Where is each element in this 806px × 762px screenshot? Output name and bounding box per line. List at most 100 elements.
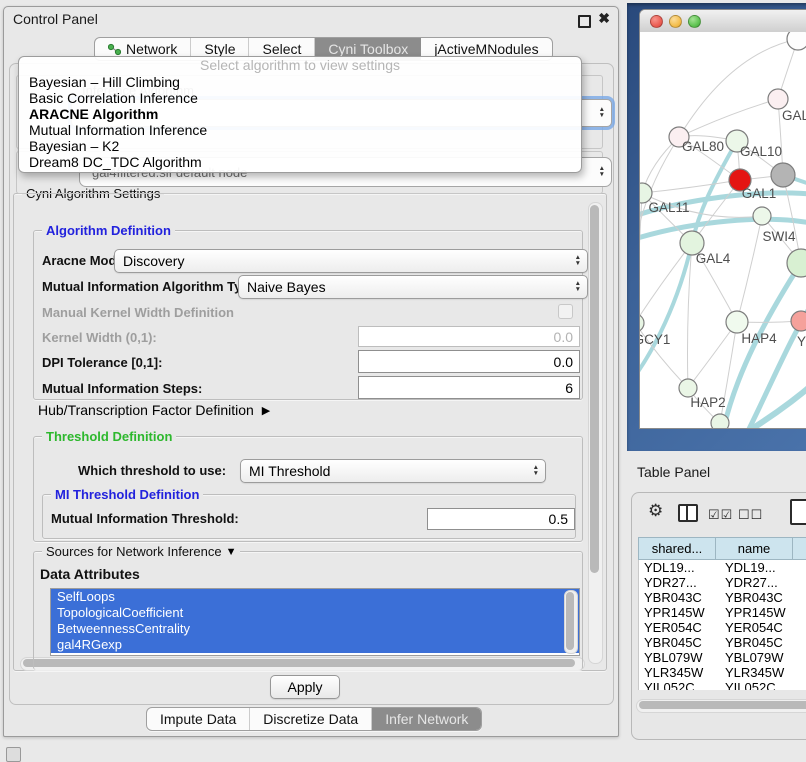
gear-icon[interactable]: ⚙ bbox=[648, 501, 663, 521]
zoom-traffic-light-icon[interactable] bbox=[688, 15, 701, 28]
algorithm-option[interactable]: Bayesian – Hill Climbing bbox=[19, 74, 581, 90]
table-cell[interactable]: YDR27... bbox=[639, 575, 720, 590]
table-document-icon[interactable] bbox=[790, 499, 806, 525]
algorithm-option[interactable]: Mutual Information Inference bbox=[19, 122, 581, 138]
table-horizontal-scrollbar[interactable] bbox=[636, 699, 806, 713]
table-row[interactable]: YER054CYER054C8. bbox=[639, 620, 806, 635]
table-cell[interactable]: YDR27... bbox=[720, 575, 801, 590]
tab-infer-network[interactable]: Infer Network bbox=[372, 708, 481, 730]
table-cell[interactable] bbox=[801, 590, 806, 605]
dpi-tolerance-input[interactable]: 0.0 bbox=[358, 350, 580, 373]
table-cell[interactable]: YBR045C bbox=[639, 635, 720, 650]
column-header-partial[interactable] bbox=[792, 537, 806, 560]
table-row[interactable]: YDR27...YDR27...12 bbox=[639, 575, 806, 590]
tab-discretize-data[interactable]: Discretize Data bbox=[250, 708, 372, 730]
close-icon[interactable]: ✖ bbox=[598, 10, 610, 27]
table-cell[interactable]: 9. bbox=[801, 605, 806, 620]
network-node-gcy1[interactable] bbox=[640, 314, 644, 332]
deselect-all-checkboxes-icon[interactable]: ☐☐ bbox=[738, 507, 763, 523]
apply-button[interactable]: Apply bbox=[270, 675, 340, 699]
minimize-traffic-light-icon[interactable] bbox=[669, 15, 682, 28]
table-row[interactable]: YIL052CYIL052C9. bbox=[639, 680, 806, 690]
network-node-gal[interactable] bbox=[768, 89, 788, 109]
network-node-swi4[interactable] bbox=[787, 249, 806, 277]
network-node-hap4[interactable] bbox=[726, 311, 748, 333]
table-cell[interactable]: YBR045C bbox=[720, 635, 801, 650]
aracne-mode-combo[interactable]: Discovery ▲▼ bbox=[114, 249, 588, 273]
table-cell[interactable]: YPR145W bbox=[720, 605, 801, 620]
table-cell[interactable]: YBL079W bbox=[720, 650, 801, 665]
scrollbar-thumb[interactable] bbox=[639, 701, 806, 709]
table-cell[interactable]: 8. bbox=[801, 620, 806, 635]
network-node[interactable] bbox=[787, 32, 806, 50]
table-cell[interactable]: YLR345W bbox=[720, 665, 801, 680]
table-cell[interactable]: YDL19... bbox=[720, 560, 801, 575]
attribute-item-selected[interactable]: BetweennessCentrality bbox=[51, 621, 579, 637]
table-cell[interactable]: 9. bbox=[801, 665, 806, 680]
table-cell[interactable]: 9. bbox=[801, 680, 806, 690]
scrollbar-thumb[interactable] bbox=[566, 592, 574, 650]
network-node[interactable] bbox=[753, 207, 771, 225]
list-vertical-scrollbar[interactable] bbox=[564, 590, 578, 654]
table-cell[interactable]: YIL052C bbox=[639, 680, 720, 690]
close-traffic-light-icon[interactable] bbox=[650, 15, 663, 28]
edge[interactable] bbox=[642, 180, 740, 193]
network-canvas[interactable]: GALGAL80GAL10GAL1GAL11SWI4GAL4GCY1HAP4YH… bbox=[640, 32, 806, 428]
table-cell[interactable]: 13 bbox=[801, 560, 806, 575]
algorithm-option-selected[interactable]: ARACNE Algorithm bbox=[19, 106, 581, 122]
table-cell[interactable] bbox=[801, 650, 806, 665]
table-cell[interactable]: YDL19... bbox=[639, 560, 720, 575]
network-node-y[interactable] bbox=[791, 311, 806, 331]
table-row[interactable]: YDL19...YDL19...13 bbox=[639, 560, 806, 575]
table-cell[interactable]: 9. bbox=[801, 635, 806, 650]
table-cell[interactable]: YLR345W bbox=[639, 665, 720, 680]
column-header-name[interactable]: name bbox=[715, 537, 792, 560]
table-row[interactable]: YLR345WYLR345W9. bbox=[639, 665, 806, 680]
table-cell[interactable]: YER054C bbox=[639, 620, 720, 635]
table-cell[interactable]: YPR145W bbox=[639, 605, 720, 620]
network-window-titlebar[interactable] bbox=[640, 10, 806, 33]
sources-title[interactable]: Sources for Network Inference ▼ bbox=[42, 544, 240, 559]
split-columns-icon[interactable] bbox=[678, 504, 698, 522]
table-cell[interactable]: YBR043C bbox=[639, 590, 720, 605]
table-cell[interactable]: YIL052C bbox=[720, 680, 801, 690]
mi-algorithm-type-combo[interactable]: Naive Bayes ▲▼ bbox=[238, 275, 588, 299]
table-row[interactable]: YBR043CYBR043C bbox=[639, 590, 806, 605]
algorithm-option[interactable]: Basic Correlation Inference bbox=[19, 90, 581, 106]
kernel-width-input[interactable]: 0.0 bbox=[358, 326, 580, 347]
mi-steps-input[interactable]: 6 bbox=[358, 376, 580, 399]
table-cell[interactable]: 12 bbox=[801, 575, 806, 590]
minimized-panel-icon[interactable] bbox=[6, 747, 21, 762]
attribute-item-selected[interactable]: gal4RGexp bbox=[51, 637, 579, 653]
edge[interactable] bbox=[679, 99, 778, 137]
attribute-item-selected[interactable]: SelfLoops bbox=[51, 589, 579, 605]
tab-impute-data[interactable]: Impute Data bbox=[147, 708, 250, 730]
manual-kernel-width-checkbox[interactable] bbox=[558, 304, 573, 319]
control-panel-titlebar[interactable]: Control Panel ✖ bbox=[4, 7, 618, 31]
which-threshold-combo[interactable]: MI Threshold ▲▼ bbox=[240, 459, 546, 483]
table-cell[interactable]: YBR043C bbox=[720, 590, 801, 605]
table-row[interactable]: YPR145WYPR145W9. bbox=[639, 605, 806, 620]
edge[interactable] bbox=[688, 322, 737, 388]
mi-threshold-input[interactable]: 0.5 bbox=[427, 508, 575, 530]
data-attributes-list[interactable]: SelfLoops TopologicalCoefficient Between… bbox=[50, 588, 580, 656]
scrollbar-thumb[interactable] bbox=[590, 205, 599, 573]
algorithm-option[interactable]: Dream8 DC_TDC Algorithm bbox=[19, 154, 581, 170]
algorithm-option[interactable]: Bayesian – K2 bbox=[19, 138, 581, 154]
expanded-arrow-icon[interactable]: ▼ bbox=[226, 546, 237, 558]
edge[interactable] bbox=[737, 216, 762, 322]
float-window-icon[interactable] bbox=[578, 15, 591, 28]
select-all-checkboxes-icon[interactable]: ☑☑ bbox=[708, 507, 733, 523]
table-cell[interactable]: YER054C bbox=[720, 620, 801, 635]
table-row[interactable]: YBR045CYBR045C9. bbox=[639, 635, 806, 650]
table-row[interactable]: YBL079WYBL079W bbox=[639, 650, 806, 665]
settings-vertical-scrollbar[interactable] bbox=[588, 202, 603, 664]
table-cell[interactable]: YBL079W bbox=[639, 650, 720, 665]
edge[interactable] bbox=[640, 243, 692, 323]
collapsed-arrow-icon[interactable]: ▶ bbox=[262, 404, 270, 417]
hub-definition-expander[interactable]: Hub/Transcription Factor Definition ▶ bbox=[38, 402, 270, 418]
attribute-item-selected[interactable]: TopologicalCoefficient bbox=[51, 605, 579, 621]
network-node[interactable] bbox=[771, 163, 795, 187]
network-node[interactable] bbox=[711, 414, 729, 428]
column-header-shared-name[interactable]: shared... bbox=[638, 537, 715, 560]
